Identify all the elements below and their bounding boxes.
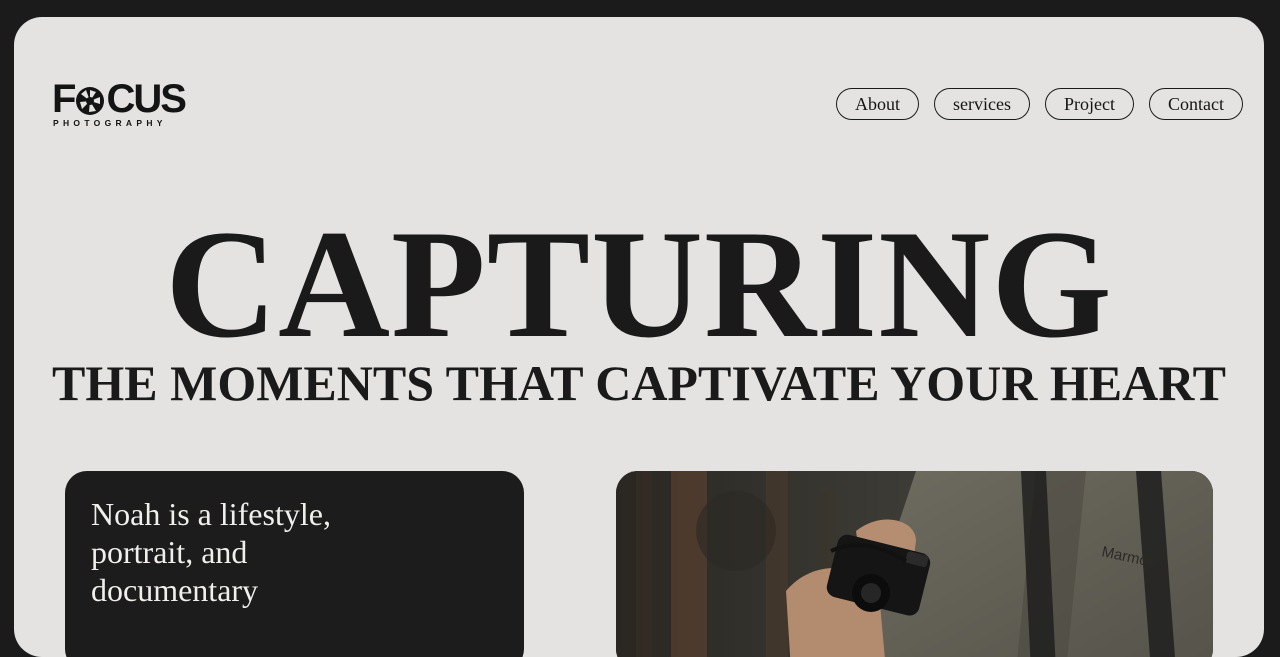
logo-letter-start: F	[52, 77, 76, 121]
logo-wordmark: F CUS	[52, 77, 187, 121]
nav-services-button[interactable]: services	[934, 88, 1030, 120]
bio-card: Noah is a lifestyle, portrait, and docum…	[65, 471, 524, 657]
logo[interactable]: F CUS PHOTOGRAPHY	[52, 77, 194, 131]
logo-tagline: PHOTOGRAPHY	[53, 118, 167, 128]
photographer-photo: Marmot	[616, 471, 1213, 657]
photo-illustration: Marmot	[616, 471, 1213, 657]
hero-title: CAPTURING	[165, 198, 1113, 370]
camera-aperture-icon	[75, 85, 105, 115]
main-nav: About services Project Contact	[836, 88, 1243, 120]
page-container: F CUS PHOTOGRAPHY About services Project…	[14, 17, 1264, 657]
bio-text: Noah is a lifestyle, portrait, and docum…	[91, 496, 331, 608]
logo-letter-end: CUS	[106, 77, 186, 121]
nav-contact-button[interactable]: Contact	[1149, 88, 1243, 120]
hero-subtitle: THE MOMENTS THAT CAPTIVATE YOUR HEART	[52, 355, 1226, 411]
nav-project-button[interactable]: Project	[1045, 88, 1134, 120]
nav-about-button[interactable]: About	[836, 88, 920, 120]
